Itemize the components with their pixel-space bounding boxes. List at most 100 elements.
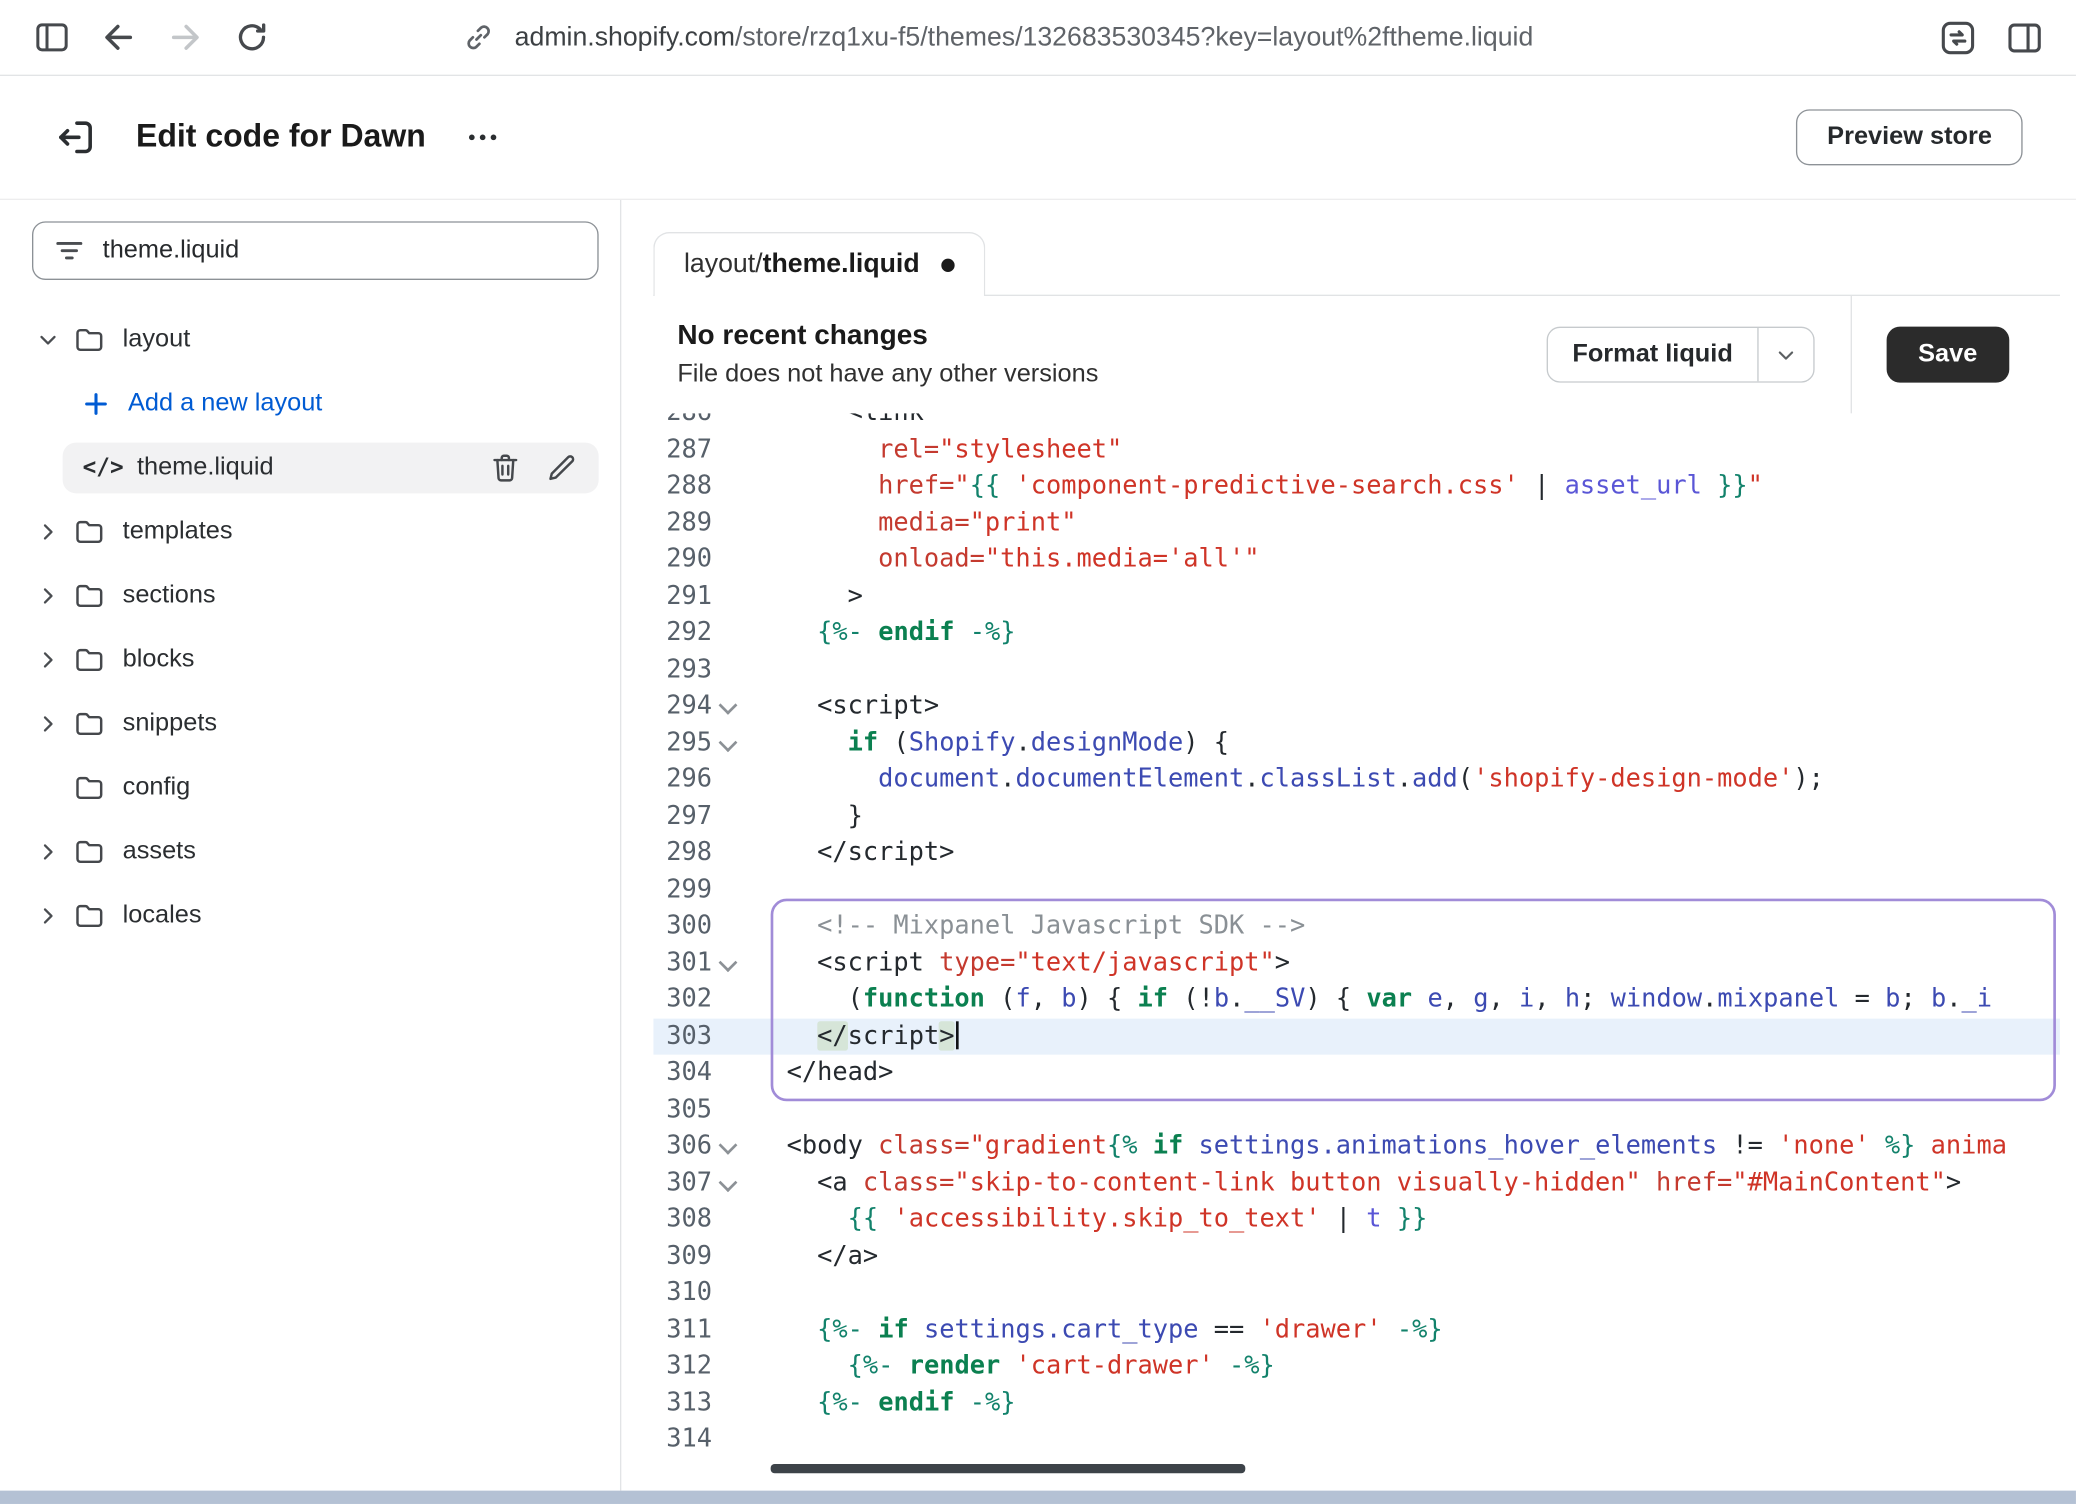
sidebar-item-layout[interactable]: layout bbox=[32, 315, 599, 366]
code-line[interactable]: 288 href="{{ 'component-predictive-searc… bbox=[653, 468, 2060, 505]
tab-theme-liquid[interactable]: layout/theme.liquid bbox=[653, 232, 985, 296]
format-liquid-button[interactable]: Format liquid bbox=[1548, 328, 1756, 381]
forward-icon[interactable] bbox=[157, 9, 213, 65]
exit-icon[interactable] bbox=[53, 115, 98, 160]
code-line[interactable]: 307 <a class="skip-to-content-link butto… bbox=[653, 1165, 2060, 1202]
shopify-code-editor-window: admin.shopify.com/store/rzq1xu-f5/themes… bbox=[0, 0, 2076, 1504]
sidebar-item-theme-liquid[interactable]: </> theme.liquid bbox=[63, 443, 599, 494]
fold-toggle-icon[interactable] bbox=[712, 945, 744, 982]
code-line[interactable]: 291 > bbox=[653, 578, 2060, 615]
chevron-right-icon[interactable] bbox=[32, 840, 64, 864]
code-line[interactable]: 312 {%- render 'cart-drawer' -%} bbox=[653, 1348, 2060, 1385]
code-line[interactable]: 297 } bbox=[653, 798, 2060, 835]
sidebar-item-blocks[interactable]: blocks bbox=[32, 635, 599, 686]
link-icon bbox=[461, 20, 496, 55]
fold-spacer bbox=[712, 835, 744, 872]
file-filter-input[interactable] bbox=[103, 236, 579, 265]
code-editor[interactable]: 286 <link287 rel="stylesheet"288 href="{… bbox=[653, 413, 2060, 1490]
code-text: </head> bbox=[744, 1055, 893, 1092]
fold-spacer bbox=[712, 1091, 744, 1128]
fold-toggle-icon[interactable] bbox=[712, 1128, 744, 1165]
sidebar-item-snippets[interactable]: snippets bbox=[32, 699, 599, 750]
code-text: (function (f, b) { if (!b.__SV) { var e,… bbox=[744, 981, 1992, 1018]
chevron-right-icon[interactable] bbox=[32, 712, 64, 736]
code-line[interactable]: 305 bbox=[653, 1091, 2060, 1128]
preview-store-button[interactable]: Preview store bbox=[1797, 109, 2023, 165]
split-view-icon[interactable] bbox=[1996, 9, 2052, 65]
code-line[interactable]: 292 {%- endif -%} bbox=[653, 615, 2060, 652]
code-line[interactable]: 290 onload="this.media='all'" bbox=[653, 541, 2060, 578]
chevron-right-icon[interactable] bbox=[32, 904, 64, 928]
line-number: 296 bbox=[653, 761, 712, 798]
delete-icon[interactable] bbox=[488, 451, 523, 486]
fold-toggle-icon[interactable] bbox=[712, 1165, 744, 1202]
line-number: 300 bbox=[653, 908, 712, 945]
line-number: 311 bbox=[653, 1311, 712, 1348]
fold-spacer bbox=[712, 1018, 744, 1055]
line-number: 308 bbox=[653, 1201, 712, 1238]
code-line[interactable]: 303 </script> bbox=[653, 1018, 2060, 1055]
address-bar[interactable]: admin.shopify.com/store/rzq1xu-f5/themes… bbox=[461, 20, 1918, 55]
sidebar-item-add-layout[interactable]: Add a new layout bbox=[32, 379, 599, 430]
code-line[interactable]: 310 bbox=[653, 1275, 2060, 1312]
code-line[interactable]: 296 document.documentElement.classList.a… bbox=[653, 761, 2060, 798]
editor-toolbar: No recent changes File does not have any… bbox=[653, 296, 2060, 413]
code-line[interactable]: 299 bbox=[653, 871, 2060, 908]
code-line[interactable]: 287 rel="stylesheet" bbox=[653, 431, 2060, 468]
save-button[interactable]: Save bbox=[1886, 327, 2009, 383]
code-line[interactable]: 304</head> bbox=[653, 1055, 2060, 1092]
code-text: <link bbox=[744, 413, 924, 431]
code-line[interactable]: 301 <script type="text/javascript"> bbox=[653, 945, 2060, 982]
code-lines: 286 <link287 rel="stylesheet"288 href="{… bbox=[653, 413, 2060, 1458]
code-line[interactable]: 289 media="print" bbox=[653, 505, 2060, 542]
code-line[interactable]: 286 <link bbox=[653, 413, 2060, 431]
fold-spacer bbox=[712, 908, 744, 945]
sidebar-item-config[interactable]: config bbox=[32, 763, 599, 814]
sidebar-item-sections[interactable]: sections bbox=[32, 571, 599, 622]
line-number: 303 bbox=[653, 1018, 712, 1055]
sidebar-toggle-icon[interactable] bbox=[24, 9, 80, 65]
line-number: 302 bbox=[653, 981, 712, 1018]
chevron-down-icon[interactable] bbox=[32, 328, 64, 352]
code-text: media="print" bbox=[744, 505, 1076, 542]
code-line[interactable]: 294 <script> bbox=[653, 688, 2060, 725]
filter-icon bbox=[52, 233, 87, 268]
folder-label: sections bbox=[123, 581, 216, 610]
browser-extension-icon[interactable] bbox=[1929, 9, 1985, 65]
code-line[interactable]: 295 if (Shopify.designMode) { bbox=[653, 725, 2060, 762]
code-line[interactable]: 293 bbox=[653, 651, 2060, 688]
code-line[interactable]: 313 {%- endif -%} bbox=[653, 1385, 2060, 1422]
chevron-right-icon[interactable] bbox=[32, 648, 64, 672]
folder-icon bbox=[69, 515, 109, 550]
chevron-right-icon[interactable] bbox=[32, 520, 64, 544]
code-line[interactable]: 314 bbox=[653, 1421, 2060, 1458]
fold-toggle-icon[interactable] bbox=[712, 688, 744, 725]
fold-spacer bbox=[712, 578, 744, 615]
chevron-right-icon[interactable] bbox=[32, 584, 64, 608]
back-icon[interactable] bbox=[91, 9, 147, 65]
line-number: 312 bbox=[653, 1348, 712, 1385]
code-line[interactable]: 308 {{ 'accessibility.skip_to_text' | t … bbox=[653, 1201, 2060, 1238]
line-number: 288 bbox=[653, 468, 712, 505]
code-line[interactable]: 298 </script> bbox=[653, 835, 2060, 872]
more-menu-button[interactable] bbox=[463, 117, 503, 157]
code-text: rel="stylesheet" bbox=[744, 431, 1122, 468]
code-file-icon: </> bbox=[83, 455, 124, 482]
code-line[interactable]: 311 {%- if settings.cart_type == 'drawer… bbox=[653, 1311, 2060, 1348]
code-line[interactable]: 309 </a> bbox=[653, 1238, 2060, 1275]
sidebar-item-templates[interactable]: templates bbox=[32, 507, 599, 558]
sidebar-item-locales[interactable]: locales bbox=[32, 891, 599, 942]
folder-label: config bbox=[123, 773, 191, 802]
folder-label: blocks bbox=[123, 645, 195, 674]
code-text: <script> bbox=[744, 688, 939, 725]
code-line[interactable]: 300 <!-- Mixpanel Javascript SDK --> bbox=[653, 908, 2060, 945]
reload-icon[interactable] bbox=[224, 9, 280, 65]
edit-icon[interactable] bbox=[544, 451, 579, 486]
code-line[interactable]: 306<body class="gradient{% if settings.a… bbox=[653, 1128, 2060, 1165]
fold-toggle-icon[interactable] bbox=[712, 725, 744, 762]
code-text: {%- render 'cart-drawer' -%} bbox=[744, 1348, 1275, 1385]
code-line[interactable]: 302 (function (f, b) { if (!b.__SV) { va… bbox=[653, 981, 2060, 1018]
sidebar-item-assets[interactable]: assets bbox=[32, 827, 599, 878]
chevron-down-icon[interactable] bbox=[1757, 328, 1813, 381]
line-number: 294 bbox=[653, 688, 712, 725]
